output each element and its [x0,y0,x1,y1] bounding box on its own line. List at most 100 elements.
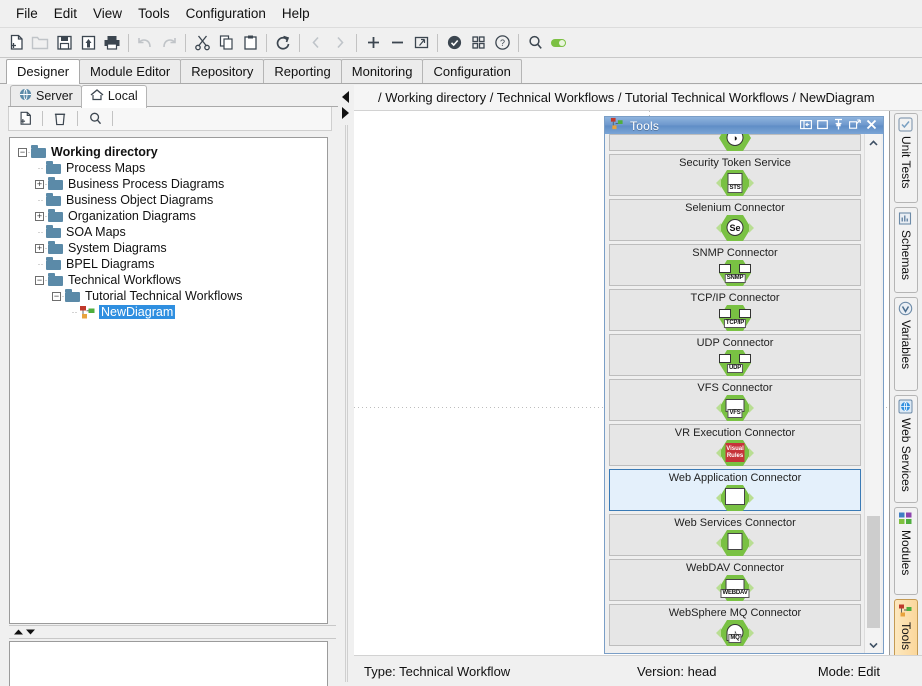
grid-icon[interactable] [466,31,490,55]
help-icon[interactable]: ? [490,31,514,55]
copy-icon[interactable] [214,31,238,55]
restore-icon[interactable] [800,119,812,133]
scrollbar-thumb[interactable] [867,516,880,628]
validate-icon[interactable] [442,31,466,55]
zoom-in-icon[interactable] [361,31,385,55]
tool-item-websphere-mq-connector[interactable]: WebSphere MQ Connector♪MQ [609,604,861,646]
refresh-icon[interactable] [271,31,295,55]
menu-item-tools[interactable]: Tools [130,4,178,23]
rail-tab-schemas[interactable]: Schemas [894,207,918,293]
tool-item-selenium-connector[interactable]: Selenium ConnectorSe [609,199,861,241]
tree-collapse-icon[interactable]: − [52,292,61,301]
tab-reporting[interactable]: Reporting [263,59,341,83]
tree-item-working-directory[interactable]: −·Working directory [14,144,323,160]
tree-item-process-maps[interactable]: ··Process Maps [14,160,323,176]
folder-icon [46,194,61,206]
tool-item-udp-connector[interactable]: UDP ConnectorUDP [609,334,861,376]
tab-module-editor[interactable]: Module Editor [79,59,181,83]
tools-panel-titlebar[interactable]: Tools [605,117,883,134]
tool-item-webdav-connector[interactable]: WebDAV ConnectorWEBDAV [609,559,861,601]
tree-item-organization-diagrams[interactable]: +·Organization Diagrams [14,208,323,224]
tree-item-newdiagram[interactable]: ··NewDiagram [14,304,323,320]
subtab-server[interactable]: Server [10,85,82,107]
rail-tab-web-services[interactable]: Web Services [894,395,918,503]
print-icon[interactable] [100,31,124,55]
float-icon[interactable] [849,119,861,133]
save-icon[interactable] [52,31,76,55]
comment-panel[interactable] [9,641,328,686]
toggle-icon[interactable] [547,31,571,55]
menu-item-help[interactable]: Help [274,4,318,23]
tool-item-partial[interactable]: ◑ [609,134,861,151]
tree-expand-icon[interactable]: + [35,180,44,189]
tool-item-security-token-service[interactable]: Security Token ServiceSTS [609,154,861,196]
paste-icon[interactable] [238,31,262,55]
delete-icon[interactable] [48,107,72,131]
zoom-out-icon[interactable] [385,31,409,55]
search-icon[interactable] [83,107,107,131]
tools-item-list[interactable]: ◑Security Token ServiceSTSSelenium Conne… [609,134,861,653]
rail-tab-variables[interactable]: Variables [894,297,918,391]
forward-icon[interactable] [328,31,352,55]
tab-configuration[interactable]: Configuration [422,59,521,83]
status-bar: Type: Technical Workflow Version: head M… [354,655,922,686]
back-icon[interactable] [304,31,328,55]
partial-icon: ◑ [715,134,755,150]
tool-item-tcp-ip-connector[interactable]: TCP/IP ConnectorTCP/IP [609,289,861,331]
project-tree[interactable]: −·Working directory··Process Maps+·Busin… [9,137,328,624]
tool-item-vr-execution-connector[interactable]: VR Execution ConnectorVisualRules [609,424,861,466]
tree-item-system-diagrams[interactable]: +·System Diagrams [14,240,323,256]
rail-tab-modules-label: Modules [895,530,917,575]
menu-item-configuration[interactable]: Configuration [178,4,274,23]
collapse-down-icon[interactable] [25,625,36,639]
tree-item-technical-workflows[interactable]: −·Technical Workflows [14,272,323,288]
panel-splitter[interactable] [9,625,336,639]
tree-item-business-object-diagrams[interactable]: ··Business Object Diagrams [14,192,323,208]
redo-icon[interactable] [157,31,181,55]
tree-expand-icon[interactable]: + [35,244,44,253]
vertical-splitter[interactable] [340,85,354,686]
udp-icon: UDP [715,350,755,375]
tree-item-bpel-diagrams[interactable]: ··BPEL Diagrams [14,256,323,272]
tools-scrollbar[interactable] [864,134,881,653]
open-folder-icon[interactable] [28,31,52,55]
tool-item-vfs-connector[interactable]: VFS ConnectorVFS [609,379,861,421]
tree-item-business-process-diagrams[interactable]: +·Business Process Diagrams [14,176,323,192]
scroll-down-icon[interactable] [865,636,882,653]
save-as-icon[interactable] [76,31,100,55]
folder-icon [48,210,63,222]
subtab-local[interactable]: Local [81,85,147,108]
close-icon[interactable] [866,119,877,133]
tool-item-snmp-connector[interactable]: SNMP ConnectorSNMP [609,244,861,286]
menu-item-edit[interactable]: Edit [46,4,85,23]
collapse-up-icon[interactable] [13,625,24,639]
tool-item-label: Selenium Connector [685,202,785,214]
tool-item-web-application-connector[interactable]: Web Application Connector [609,469,861,511]
maximize-icon[interactable] [817,119,828,133]
undo-icon[interactable] [133,31,157,55]
splitter-right-arrow-icon[interactable] [342,107,349,119]
tree-item-soa-maps[interactable]: ··SOA Maps [14,224,323,240]
search-icon[interactable] [523,31,547,55]
menu-item-view[interactable]: View [85,4,130,23]
menu-item-file[interactable]: File [8,4,46,23]
pin-icon[interactable] [833,118,844,133]
tab-monitoring[interactable]: Monitoring [341,59,424,83]
zoom-fit-icon[interactable] [409,31,433,55]
tree-collapse-icon[interactable]: − [18,148,27,157]
tree-expand-icon[interactable]: + [35,212,44,221]
scroll-up-icon[interactable] [865,134,882,151]
rail-tab-modules[interactable]: Modules [894,507,918,595]
toolbar-separator [299,34,300,52]
tab-designer[interactable]: Designer [6,59,80,84]
tree-collapse-icon[interactable]: − [35,276,44,285]
new-document-icon[interactable] [13,107,37,131]
new-file-icon[interactable] [4,31,28,55]
tree-item-tutorial-technical-workflows[interactable]: −·Tutorial Technical Workflows [14,288,323,304]
splitter-left-arrow-icon[interactable] [342,91,349,103]
tool-item-web-services-connector[interactable]: Web Services Connector [609,514,861,556]
rail-tab-unit-tests[interactable]: Unit Tests [894,113,918,203]
cut-icon[interactable] [190,31,214,55]
tree-connector: ·· [35,195,46,205]
tab-repository[interactable]: Repository [180,59,264,83]
